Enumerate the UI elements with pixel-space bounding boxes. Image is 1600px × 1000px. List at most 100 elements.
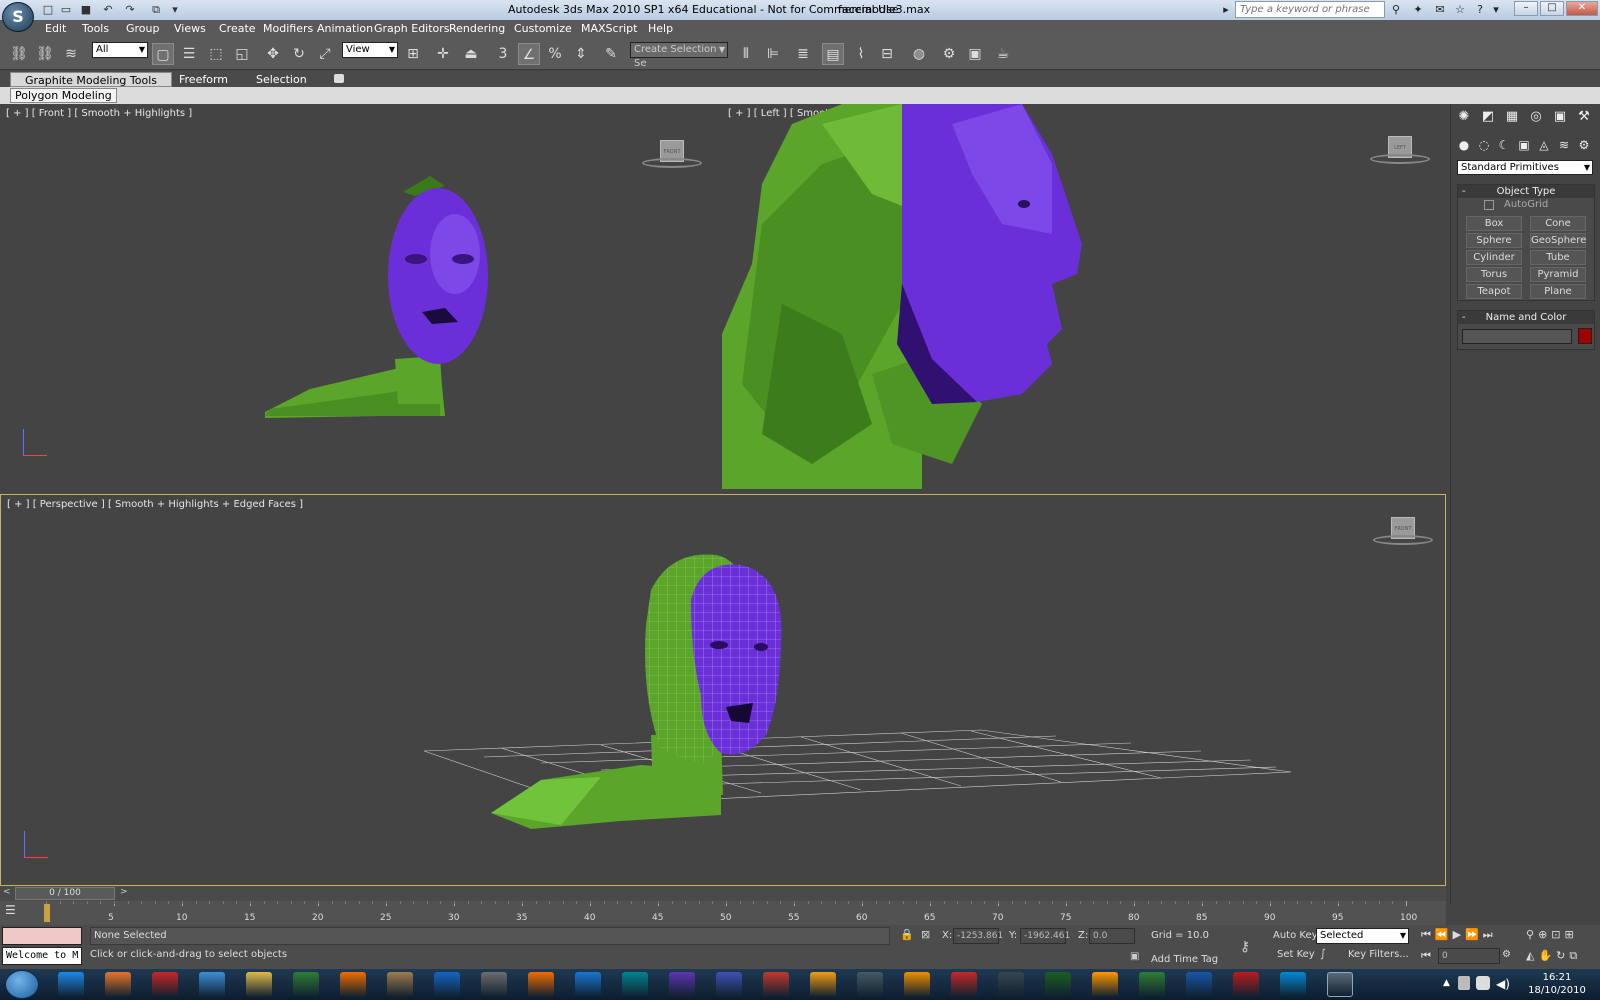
taskbar-tools-icon[interactable]: [1045, 972, 1071, 997]
field-of-view-icon[interactable]: ◭: [1526, 949, 1538, 962]
network-icon[interactable]: [1458, 976, 1470, 990]
system-clock[interactable]: 16:21 18/10/2010: [1516, 971, 1598, 997]
x-coord-field[interactable]: -1253.861: [953, 928, 1003, 944]
favorites-star-icon[interactable]: ☆: [1452, 2, 1468, 18]
set-key-button[interactable]: Set Key: [1277, 949, 1315, 960]
current-frame-field[interactable]: 0: [1438, 948, 1500, 964]
shapes-icon[interactable]: ◌: [1475, 136, 1493, 154]
cylinder-button[interactable]: Cylinder: [1466, 250, 1522, 265]
taskbar-blender-icon[interactable]: [528, 972, 554, 997]
search-binoculars-icon[interactable]: ⚲: [1388, 2, 1404, 18]
curve-editor-icon[interactable]: ⌇: [850, 43, 872, 65]
window-crossing-icon[interactable]: ◱: [231, 43, 253, 65]
help-icon[interactable]: ?: [1472, 2, 1488, 18]
select-manipulate-icon[interactable]: ✛: [432, 43, 454, 65]
taskbar-scratch-icon[interactable]: [904, 972, 930, 997]
time-tag-icon[interactable]: ▣: [1130, 951, 1139, 962]
infocenter-expand-icon[interactable]: ▸: [1218, 2, 1234, 18]
tab-graphite-modeling-tools[interactable]: Graphite Modeling Tools: [10, 72, 173, 87]
next-frame-icon[interactable]: ⏩: [1465, 928, 1483, 941]
default-tangents-icon[interactable]: ∫: [1320, 947, 1326, 960]
key-filters-button[interactable]: Key Filters...: [1348, 949, 1409, 960]
pivot-center-icon[interactable]: ⊞: [402, 43, 424, 65]
taskbar-infinity-icon[interactable]: [669, 972, 695, 997]
selection-filter-dropdown[interactable]: All: [92, 42, 148, 58]
add-time-tag[interactable]: Add Time Tag: [1151, 954, 1218, 965]
menu-maxscript[interactable]: MAXScript: [581, 22, 637, 35]
menu-edit[interactable]: Edit: [45, 22, 66, 35]
menu-tools[interactable]: Tools: [82, 22, 109, 35]
viewport-left[interactable]: [ + ] [ Left ] [ Smooth + Highlights ] L…: [722, 104, 1446, 489]
taskbar-chart-icon[interactable]: [857, 972, 883, 997]
go-to-start-icon[interactable]: ⏮: [1421, 928, 1435, 941]
helpers-icon[interactable]: ◬: [1535, 136, 1553, 154]
utilities-tab-icon[interactable]: ⚒: [1575, 108, 1593, 126]
keyboard-shortcut-override-icon[interactable]: ⏏: [460, 43, 482, 65]
start-button[interactable]: [5, 970, 39, 999]
time-slider[interactable]: < 0 / 100 >: [0, 886, 1446, 901]
ribbon-minimize-icon[interactable]: [334, 74, 344, 83]
layer-manager-icon[interactable]: ≣: [792, 43, 814, 65]
plane-button[interactable]: Plane: [1530, 284, 1586, 299]
schematic-view-icon[interactable]: ⊟: [876, 43, 898, 65]
geosphere-button[interactable]: GeoSphere: [1530, 233, 1586, 248]
cone-button[interactable]: Cone: [1530, 216, 1586, 231]
material-editor-icon[interactable]: ◍: [908, 43, 930, 65]
battery-icon[interactable]: [1476, 976, 1490, 990]
previous-frame-icon[interactable]: ⏪: [1435, 928, 1453, 941]
current-frame-marker[interactable]: [44, 904, 50, 922]
project-folder-icon[interactable]: ⧉: [148, 2, 164, 17]
select-and-move-icon[interactable]: ✥: [262, 43, 284, 65]
taskbar-vlc-icon[interactable]: [340, 972, 366, 997]
hierarchy-tab-icon[interactable]: ▦: [1503, 108, 1521, 126]
tube-button[interactable]: Tube: [1530, 250, 1586, 265]
rendered-frame-window-icon[interactable]: ▣: [964, 43, 986, 65]
viewport-front[interactable]: [ + ] [ Front ] [ Smooth + Highlights ] …: [0, 104, 720, 489]
menu-modifiers[interactable]: Modifiers: [263, 22, 313, 35]
time-prev-icon[interactable]: <: [3, 887, 11, 897]
close-button[interactable]: ✕: [1566, 1, 1598, 16]
pan-view-icon[interactable]: ✋: [1538, 949, 1556, 962]
taskbar-explorer-icon[interactable]: [246, 972, 272, 997]
zoom-icon[interactable]: ⚲: [1526, 928, 1538, 941]
spinner-snap-icon[interactable]: ⇕: [570, 43, 592, 65]
taskbar-firefox-icon[interactable]: [105, 972, 131, 997]
open-file-icon[interactable]: ▭: [58, 2, 74, 17]
maxscript-listener-mini[interactable]: [2, 927, 82, 945]
zoom-all-icon[interactable]: ⊕: [1538, 928, 1551, 941]
tray-expand-icon[interactable]: ▲: [1443, 978, 1450, 988]
taskbar-gimp-icon[interactable]: [481, 972, 507, 997]
maximize-viewport-icon[interactable]: ⧉: [1569, 949, 1581, 962]
angle-snap-icon[interactable]: ∠: [518, 43, 540, 65]
quick-access-menu-icon[interactable]: ▾: [167, 2, 183, 17]
viewport-perspective[interactable]: [ + ] [ Perspective ] [ Smooth + Highlig…: [0, 494, 1446, 886]
object-color-swatch[interactable]: [1578, 328, 1592, 344]
reference-coordinate-dropdown[interactable]: View: [342, 42, 398, 58]
zoom-extents-all-icon[interactable]: ⊞: [1565, 928, 1578, 941]
taskbar-app-icon[interactable]: [622, 972, 648, 997]
taskbar-opera-icon[interactable]: [152, 972, 178, 997]
menu-graph-editors[interactable]: Graph Editors: [374, 22, 450, 35]
play-icon[interactable]: ▶: [1453, 928, 1465, 941]
taskbar-photoshop-icon[interactable]: [434, 972, 460, 997]
percent-snap-icon[interactable]: %: [544, 43, 566, 65]
set-keys-key-icon[interactable]: ⚷: [1240, 939, 1250, 955]
create-tab-icon[interactable]: ✺: [1455, 108, 1473, 126]
teapot-button[interactable]: Teapot: [1466, 284, 1522, 299]
select-and-link-icon[interactable]: ⛓: [8, 43, 30, 65]
graphite-toggle-icon[interactable]: ▤: [822, 43, 844, 65]
select-object-icon[interactable]: ▢: [152, 43, 174, 65]
taskbar-matlab-icon[interactable]: [575, 972, 601, 997]
tab-freeform[interactable]: Freeform: [165, 72, 242, 87]
select-by-name-icon[interactable]: ☰: [178, 43, 200, 65]
tab-selection[interactable]: Selection: [242, 72, 321, 87]
menu-help[interactable]: Help: [648, 22, 673, 35]
help-dropdown-icon[interactable]: ▾: [1488, 2, 1504, 18]
polygon-modeling-panel[interactable]: Polygon Modeling: [10, 88, 117, 103]
sphere-button[interactable]: Sphere: [1466, 233, 1522, 248]
pyramid-button[interactable]: Pyramid: [1530, 267, 1586, 282]
menu-group[interactable]: Group: [126, 22, 160, 35]
taskbar-ie-icon[interactable]: [58, 972, 84, 997]
zoom-extents-icon[interactable]: ⊡: [1551, 928, 1564, 941]
taskbar-safari-icon[interactable]: [199, 972, 225, 997]
